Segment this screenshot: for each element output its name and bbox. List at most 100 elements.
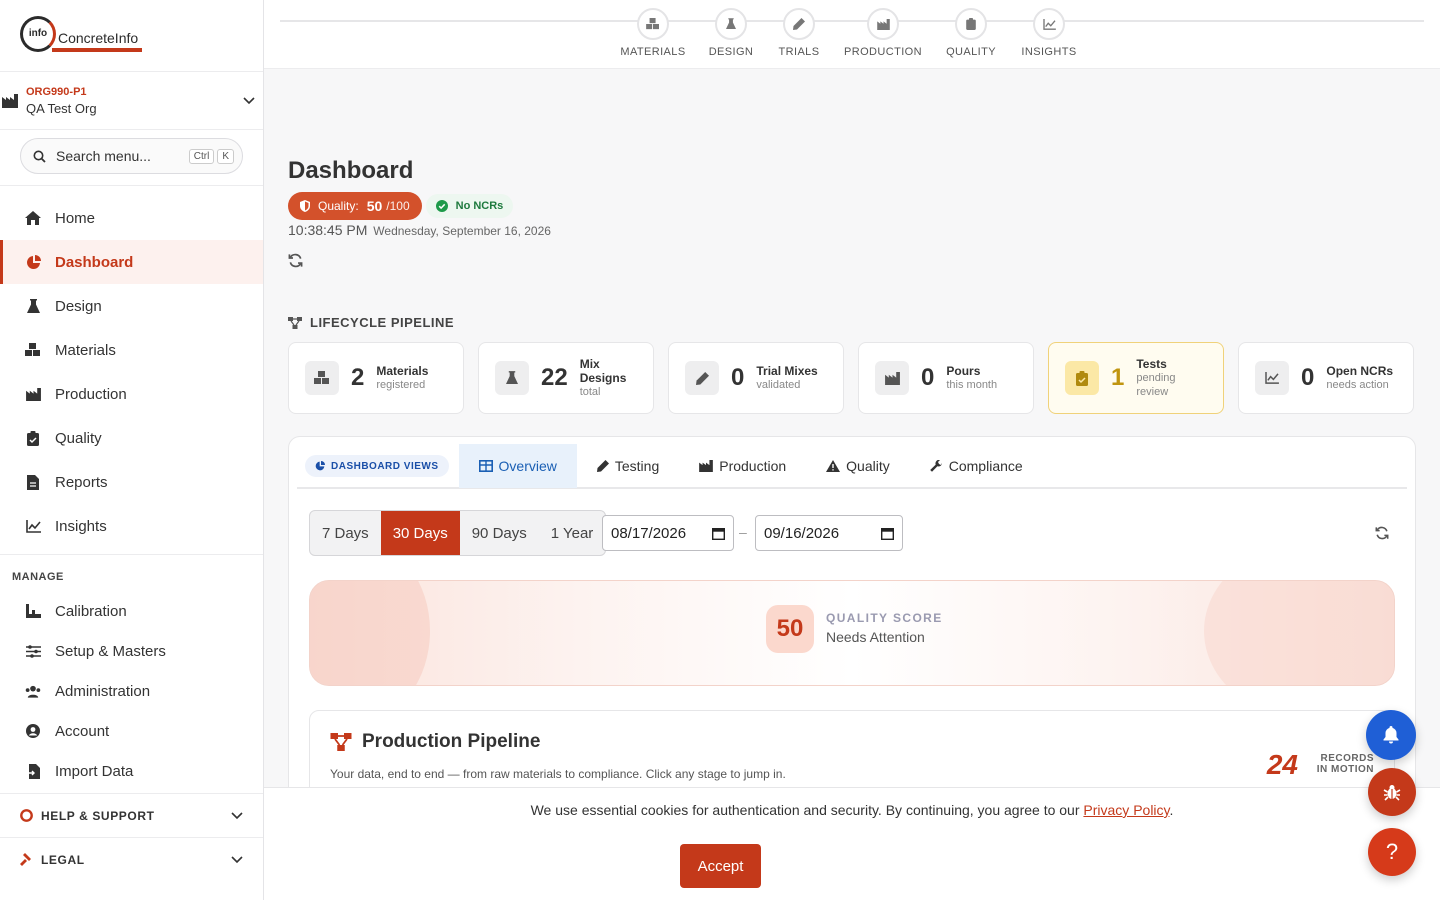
sidebar-item-materials[interactable]: Materials [0, 328, 263, 372]
sidebar-item-reports[interactable]: Reports [0, 460, 263, 504]
sidebar-item-home[interactable]: Home [0, 196, 263, 240]
factory-icon [867, 8, 899, 40]
lifecycle-cards: 2 Materials registered 22 Mix Designs tota… [288, 342, 1414, 414]
quality-score-label: QUALITY SCORE [826, 611, 943, 625]
panel-refresh-button[interactable] [1375, 526, 1389, 540]
production-pipeline-subtitle: Your data, end to end — from raw materia… [330, 767, 786, 781]
cubes-icon [305, 361, 339, 395]
users-icon [25, 683, 41, 699]
sidebar-item-design[interactable]: Design [0, 284, 263, 328]
bell-icon [1383, 726, 1399, 744]
tab-overview[interactable]: Overview [458, 444, 577, 488]
home-icon [25, 210, 41, 226]
line-chart-icon [1255, 361, 1289, 395]
sidebar-item-label: Reports [55, 473, 108, 491]
date-from-input[interactable]: 08/17/2026 [602, 515, 734, 551]
card-sub: needs action [1326, 379, 1389, 391]
date-range-toggle: 7 Days 30 Days 90 Days 1 Year [309, 510, 607, 556]
range-90-days[interactable]: 90 Days [460, 511, 539, 555]
dashboard-views-badge: DASHBOARD VIEWS [305, 455, 449, 477]
card-label: Tests [1136, 357, 1167, 371]
step-insights[interactable]: INSIGHTS [1008, 8, 1090, 58]
step-materials[interactable]: MATERIALS [610, 8, 696, 58]
step-production[interactable]: PRODUCTION [832, 8, 934, 58]
quality-badge-max: /100 [386, 199, 410, 213]
clock-date: Wednesday, September 16, 2026 [373, 224, 551, 238]
sidebar-item-quality[interactable]: Quality [0, 416, 263, 460]
factory-icon [875, 361, 909, 395]
legal-accordion[interactable]: LEGAL [0, 837, 263, 881]
lifebuoy-icon [20, 809, 33, 822]
sidebar-item-label: Account [55, 722, 110, 740]
tab-production[interactable]: Production [679, 444, 806, 488]
sidebar-item-import-data[interactable]: Import Data [0, 751, 263, 791]
records-count: 24 [1266, 749, 1298, 780]
line-chart-icon [1033, 8, 1065, 40]
step-label: TRIALS [778, 46, 820, 58]
legal-label: LEGAL [41, 852, 85, 867]
step-trials[interactable]: TRIALS [766, 8, 832, 58]
cubes-icon [25, 342, 41, 358]
kbd-ctrl: Ctrl [188, 148, 215, 164]
factory-icon [25, 386, 41, 402]
card-value: 1 [1111, 364, 1125, 391]
records-label-line2: IN MOTION [1316, 764, 1374, 775]
cookie-period: . [1169, 802, 1174, 818]
sidebar-item-setup-masters[interactable]: Setup & Masters [0, 631, 263, 671]
range-30-days[interactable]: 30 Days [380, 511, 460, 555]
file-icon [25, 474, 41, 490]
help-support-accordion[interactable]: HELP & SUPPORT [0, 793, 263, 837]
manage-section-title: MANAGE [12, 571, 64, 583]
privacy-policy-link[interactable]: Privacy Policy [1083, 802, 1169, 818]
sidebar-item-insights[interactable]: Insights [0, 504, 263, 548]
date-to-input[interactable]: 09/16/2026 [755, 515, 903, 551]
step-design[interactable]: DESIGN [696, 8, 766, 58]
card-label: Trial Mixes [756, 364, 818, 378]
logo[interactable]: info ConcreteInfo [0, 0, 263, 72]
notifications-button[interactable] [1366, 710, 1416, 760]
range-1-year[interactable]: 1 Year [539, 511, 606, 555]
sidebar-item-administration[interactable]: Administration [0, 671, 263, 711]
search-icon [33, 150, 46, 163]
lifecycle-card-mix-designs[interactable]: 22 Mix Designs total [478, 342, 654, 414]
quality-score-banner: 50 QUALITY SCORE Needs Attention [309, 580, 1395, 686]
sidebar-item-account[interactable]: Account [0, 711, 263, 751]
ncr-status-label: No NCRs [455, 200, 504, 212]
accept-cookies-button[interactable]: Accept [680, 844, 761, 888]
range-7-days[interactable]: 7 Days [310, 511, 381, 555]
search-menu-input[interactable]: Search menu... Ctrl K [20, 138, 243, 174]
current-time: 10:38:45 PM Wednesday, September 16, 202… [288, 222, 551, 238]
tab-quality[interactable]: Quality [806, 444, 910, 488]
lifecycle-card-trial-mixes[interactable]: 0 Trial Mixes validated [668, 342, 844, 414]
report-bug-button[interactable] [1368, 768, 1416, 816]
lifecycle-card-tests[interactable]: 1 Tests pending review [1048, 342, 1224, 414]
tab-label: Quality [846, 458, 890, 474]
calendar-icon [712, 527, 725, 540]
logo-mark: info [20, 15, 56, 52]
step-quality[interactable]: QUALITY [934, 8, 1008, 58]
file-import-icon [25, 763, 41, 779]
pencil-icon [685, 361, 719, 395]
lifecycle-card-materials[interactable]: 2 Materials registered [288, 342, 464, 414]
tab-compliance[interactable]: Compliance [910, 444, 1043, 488]
lifecycle-card-pours[interactable]: 0 Pours this month [858, 342, 1034, 414]
help-button[interactable]: ? [1368, 828, 1416, 876]
kbd-k: K [217, 148, 234, 164]
sidebar-item-dashboard[interactable]: Dashboard [0, 240, 263, 284]
sidebar-item-label: Setup & Masters [55, 642, 166, 660]
org-switcher[interactable]: ORG990-P1 QA Test Org [0, 72, 263, 130]
refresh-button[interactable] [288, 253, 303, 268]
cookie-message: We use essential cookies for authenticat… [530, 802, 1080, 818]
quality-badge[interactable]: Quality: 50 /100 [288, 192, 422, 220]
records-count-label: RECORDS IN MOTION [1317, 753, 1374, 775]
sidebar-item-calibration[interactable]: Calibration [0, 591, 263, 631]
tab-testing[interactable]: Testing [577, 444, 679, 488]
table-icon [478, 460, 493, 472]
step-label: PRODUCTION [844, 46, 922, 58]
search-placeholder: Search menu... [56, 148, 151, 164]
records-label-line1: RECORDS [1320, 753, 1374, 764]
quality-score-value: 50 [766, 605, 814, 653]
sidebar-item-production[interactable]: Production [0, 372, 263, 416]
pipeline-icon [288, 316, 302, 329]
lifecycle-card-open-ncrs[interactable]: 0 Open NCRs needs action [1238, 342, 1414, 414]
